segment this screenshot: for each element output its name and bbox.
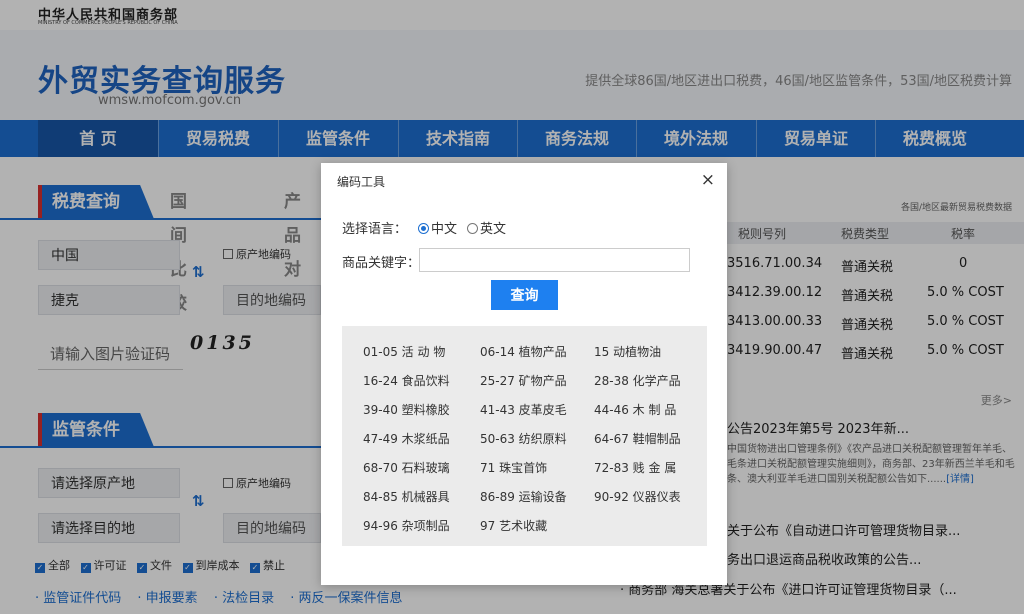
category-item[interactable]: 16-24 食品饮料 bbox=[363, 372, 450, 389]
category-item[interactable]: 39-40 塑料橡胶 bbox=[363, 401, 450, 418]
category-item[interactable]: 41-43 皮革皮毛 bbox=[480, 401, 567, 418]
category-item[interactable]: 01-05 活 动 物 bbox=[363, 343, 445, 360]
query-button[interactable]: 查询 bbox=[491, 280, 558, 310]
category-item[interactable]: 06-14 植物产品 bbox=[480, 343, 567, 360]
category-item[interactable]: 64-67 鞋帽制品 bbox=[594, 430, 681, 447]
radio-selected-icon bbox=[418, 223, 429, 234]
keyword-label: 商品关键字： bbox=[342, 256, 421, 271]
category-item[interactable]: 44-46 木 制 品 bbox=[594, 401, 676, 418]
language-label: 选择语言： bbox=[342, 222, 408, 237]
radio-chinese[interactable]: 中文 bbox=[418, 218, 457, 237]
category-item[interactable]: 97 艺术收藏 bbox=[480, 517, 547, 534]
category-item[interactable]: 25-27 矿物产品 bbox=[480, 372, 567, 389]
keyword-input[interactable] bbox=[419, 248, 690, 272]
category-item[interactable]: 71 珠宝首饰 bbox=[480, 459, 547, 476]
close-icon[interactable]: × bbox=[701, 171, 715, 189]
category-item[interactable]: 68-70 石料玻璃 bbox=[363, 459, 450, 476]
category-item[interactable]: 50-63 纺织原料 bbox=[480, 430, 567, 447]
category-item[interactable]: 84-85 机械器具 bbox=[363, 488, 450, 505]
radio-english[interactable]: 英文 bbox=[467, 218, 506, 237]
category-item[interactable]: 94-96 杂项制品 bbox=[363, 517, 450, 534]
category-item[interactable]: 90-92 仪器仪表 bbox=[594, 488, 681, 505]
dialog-title: 编码工具 bbox=[337, 175, 386, 189]
category-item[interactable]: 72-83 贱 金 属 bbox=[594, 459, 676, 476]
category-panel: 01-05 活 动 物 06-14 植物产品 15 动植物油 16-24 食品饮… bbox=[342, 326, 707, 546]
radio-unselected-icon bbox=[467, 223, 478, 234]
category-item[interactable]: 47-49 木浆纸品 bbox=[363, 430, 450, 447]
category-item[interactable]: 15 动植物油 bbox=[594, 343, 661, 360]
category-item[interactable]: 86-89 运输设备 bbox=[480, 488, 567, 505]
category-item[interactable]: 28-38 化学产品 bbox=[594, 372, 681, 389]
code-tool-dialog: 编码工具 × 选择语言： 中文 英文 商品关键字： 查询 01-05 活 动 物… bbox=[321, 163, 727, 585]
